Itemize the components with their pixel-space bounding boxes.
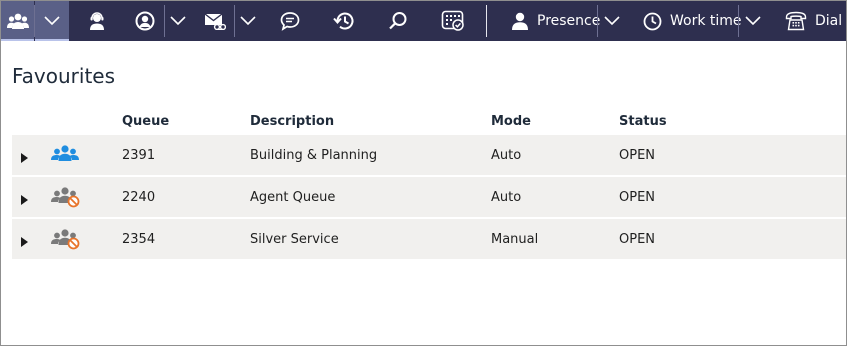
dialpad-button[interactable]: [433, 1, 473, 41]
queue-cell: 2354: [122, 232, 156, 247]
queues-dropdown-button[interactable]: [35, 1, 69, 41]
phone-icon: [785, 11, 807, 31]
chevron-down-icon: [745, 16, 761, 26]
queue-cell: 2240: [122, 190, 156, 205]
table-row[interactable]: 2240 Agent Queue Auto OPEN: [12, 177, 846, 217]
status-cell: OPEN: [619, 190, 656, 205]
chat-icon: [280, 11, 300, 31]
mode-cell: Manual: [491, 232, 539, 247]
description-cell: Building & Planning: [250, 148, 378, 163]
queue-active-icon: [50, 144, 80, 168]
queues-button[interactable]: [1, 1, 34, 41]
worktime-button[interactable]: Work time: [635, 1, 742, 41]
worktime-label: Work time: [670, 13, 742, 29]
column-header-description[interactable]: Description: [250, 114, 334, 129]
voicemail-icon: [204, 12, 226, 30]
main-toolbar: Presence Work time Dial: [1, 1, 846, 41]
dialpad-icon: [441, 10, 465, 32]
worktime-dropdown-button[interactable]: [739, 1, 767, 41]
queue-cell: 2391: [122, 148, 156, 163]
page-title: Favourites: [12, 64, 116, 88]
queue-blocked-icon: [50, 186, 80, 212]
voicemail-dropdown-button[interactable]: [235, 1, 261, 41]
toolbar-divider: [486, 5, 487, 37]
column-header-queue[interactable]: Queue: [122, 114, 169, 129]
agent-button[interactable]: [77, 1, 117, 41]
expand-row-icon[interactable]: [20, 149, 30, 163]
agent-icon: [88, 12, 106, 30]
account-button[interactable]: [127, 1, 163, 41]
toolbar-divider: [34, 5, 35, 37]
account-icon: [135, 11, 155, 31]
history-icon: [333, 11, 355, 31]
presence-button[interactable]: Presence: [503, 1, 601, 41]
mode-cell: Auto: [491, 190, 522, 205]
chevron-down-icon: [170, 16, 186, 26]
column-header-mode[interactable]: Mode: [491, 114, 531, 129]
table-row[interactable]: 2391 Building & Planning Auto OPEN: [12, 135, 846, 175]
status-cell: OPEN: [619, 232, 656, 247]
queue-blocked-icon: [50, 228, 80, 254]
table-header: Queue Description Mode Status: [12, 110, 846, 135]
column-header-status[interactable]: Status: [619, 114, 667, 129]
dial-label: Dial: [815, 13, 843, 29]
description-cell: Agent Queue: [250, 190, 336, 205]
chevron-down-icon: [604, 16, 620, 26]
chevron-down-icon: [44, 16, 60, 26]
favourites-table: Queue Description Mode Status 2391 Build…: [12, 110, 846, 261]
voicemail-button[interactable]: [197, 1, 233, 41]
expand-row-icon[interactable]: [20, 191, 30, 205]
worktime-icon: [643, 12, 662, 31]
presence-icon: [511, 12, 529, 30]
presence-label: Presence: [537, 13, 601, 29]
status-cell: OPEN: [619, 148, 656, 163]
chevron-down-icon: [240, 16, 256, 26]
table-row[interactable]: 2354 Silver Service Manual OPEN: [12, 219, 846, 259]
dial-button[interactable]: Dial: [777, 1, 846, 41]
history-button[interactable]: [325, 1, 363, 41]
expand-row-icon[interactable]: [20, 233, 30, 247]
description-cell: Silver Service: [250, 232, 339, 247]
queues-icon: [6, 12, 29, 30]
account-dropdown-button[interactable]: [165, 1, 191, 41]
presence-dropdown-button[interactable]: [598, 1, 626, 41]
search-icon: [388, 11, 408, 31]
chat-button[interactable]: [271, 1, 309, 41]
search-button[interactable]: [379, 1, 417, 41]
mode-cell: Auto: [491, 148, 522, 163]
